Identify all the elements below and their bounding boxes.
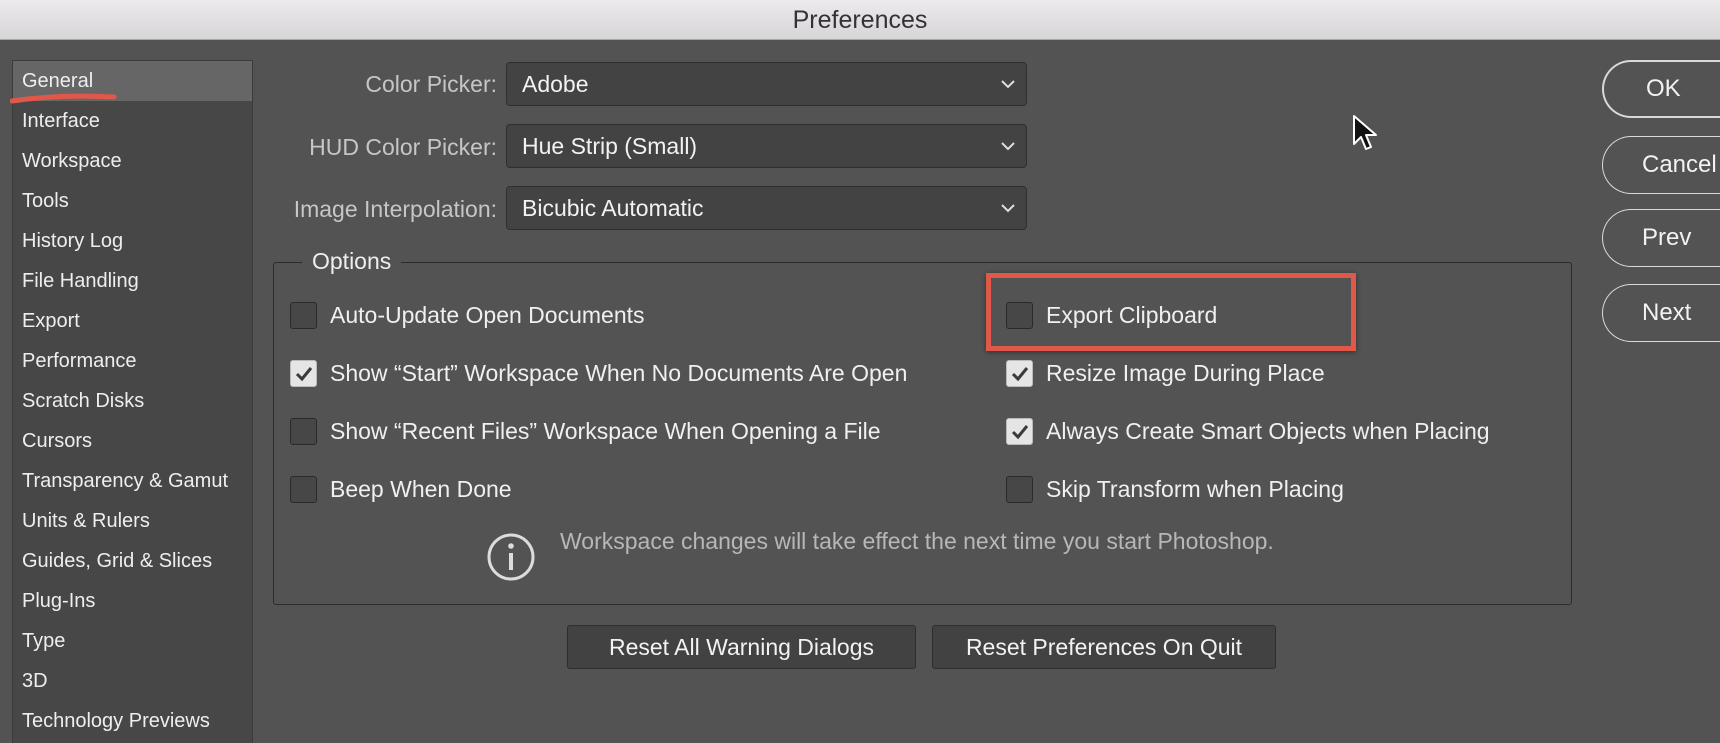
checkmark-icon: [1011, 424, 1029, 439]
chevron-down-icon: [1001, 80, 1015, 89]
option-label: Always Create Smart Objects when Placing: [1046, 417, 1490, 444]
hud-color-picker-label: HUD Color Picker:: [309, 134, 497, 160]
option-label: Show “Start” Workspace When No Documents…: [330, 359, 908, 386]
ok-button[interactable]: OK: [1602, 60, 1720, 118]
sidebar-item-plug-ins[interactable]: Plug-Ins: [13, 581, 252, 621]
resize-image-during-place-option[interactable]: Resize Image During Place: [1006, 356, 1325, 390]
smart-objects-checkbox[interactable]: [1006, 417, 1033, 445]
image-interpolation-select[interactable]: Bicubic Automatic: [506, 186, 1027, 230]
show-recent-files-checkbox[interactable]: [290, 417, 317, 445]
sidebar-item-interface[interactable]: Interface: [13, 101, 252, 141]
sidebar-item-file-handling[interactable]: File Handling: [13, 261, 252, 301]
window-titlebar: Preferences: [0, 0, 1720, 40]
sidebar-item-transparency-gamut[interactable]: Transparency & Gamut: [13, 461, 252, 501]
sidebar-item-guides-grid-slices[interactable]: Guides, Grid & Slices: [13, 541, 252, 581]
annotation-highlight-box: [986, 273, 1356, 351]
info-icon: [487, 533, 535, 581]
color-picker-select[interactable]: Adobe: [506, 62, 1027, 106]
sidebar-item-tools[interactable]: Tools: [13, 181, 252, 221]
sidebar-item-technology-previews[interactable]: Technology Previews: [13, 701, 252, 741]
option-label: Auto-Update Open Documents: [330, 301, 645, 328]
show-start-workspace-checkbox[interactable]: [290, 359, 317, 387]
sidebar-item-3d[interactable]: 3D: [13, 661, 252, 701]
color-picker-label: Color Picker:: [365, 71, 497, 97]
window-title: Preferences: [792, 6, 928, 34]
prev-button[interactable]: Prev: [1602, 209, 1720, 267]
option-label: Skip Transform when Placing: [1046, 475, 1344, 502]
sidebar-item-scratch-disks[interactable]: Scratch Disks: [13, 381, 252, 421]
sidebar-item-type[interactable]: Type: [13, 621, 252, 661]
image-interpolation-label: Image Interpolation:: [293, 196, 497, 222]
sidebar-item-workspace[interactable]: Workspace: [13, 141, 252, 181]
reset-preferences-on-quit-button[interactable]: Reset Preferences On Quit: [932, 625, 1276, 669]
image-interpolation-value: Bicubic Automatic: [522, 195, 704, 221]
auto-update-checkbox[interactable]: [290, 301, 317, 329]
reset-all-warning-dialogs-button[interactable]: Reset All Warning Dialogs: [567, 625, 916, 669]
skip-transform-checkbox[interactable]: [1006, 475, 1033, 503]
always-create-smart-objects-option[interactable]: Always Create Smart Objects when Placing: [1006, 414, 1490, 448]
mouse-pointer-icon: [1353, 115, 1377, 150]
chevron-down-icon: [1001, 204, 1015, 213]
options-legend: Options: [302, 248, 402, 275]
sidebar-item-performance[interactable]: Performance: [13, 341, 252, 381]
beep-when-done-option[interactable]: Beep When Done: [290, 472, 512, 506]
next-button[interactable]: Next: [1602, 284, 1720, 342]
sidebar-item-export[interactable]: Export: [13, 301, 252, 341]
beep-when-done-checkbox[interactable]: [290, 475, 317, 503]
option-label: Resize Image During Place: [1046, 359, 1325, 386]
color-picker-value: Adobe: [522, 71, 589, 97]
sidebar-item-units-rulers[interactable]: Units & Rulers: [13, 501, 252, 541]
resize-image-checkbox[interactable]: [1006, 359, 1033, 387]
hud-color-picker-value: Hue Strip (Small): [522, 133, 698, 159]
auto-update-open-documents-option[interactable]: Auto-Update Open Documents: [290, 298, 645, 332]
chevron-down-icon: [1001, 142, 1015, 151]
checkmark-icon: [1011, 366, 1029, 381]
sidebar-item-history-log[interactable]: History Log: [13, 221, 252, 261]
preferences-sidebar: General Interface Workspace Tools Histor…: [12, 60, 253, 743]
skip-transform-when-placing-option[interactable]: Skip Transform when Placing: [1006, 472, 1344, 506]
show-start-workspace-option[interactable]: Show “Start” Workspace When No Documents…: [290, 356, 907, 390]
checkmark-icon: [295, 366, 313, 381]
show-recent-files-workspace-option[interactable]: Show “Recent Files” Workspace When Openi…: [290, 414, 881, 448]
annotation-underline: [10, 93, 117, 104]
sidebar-item-cursors[interactable]: Cursors: [13, 421, 252, 461]
cancel-button[interactable]: Cancel: [1602, 136, 1720, 194]
hud-color-picker-select[interactable]: Hue Strip (Small): [506, 124, 1027, 168]
option-label: Beep When Done: [330, 475, 512, 502]
workspace-info-message: Workspace changes will take effect the n…: [560, 528, 1274, 554]
option-label: Show “Recent Files” Workspace When Openi…: [330, 417, 881, 444]
